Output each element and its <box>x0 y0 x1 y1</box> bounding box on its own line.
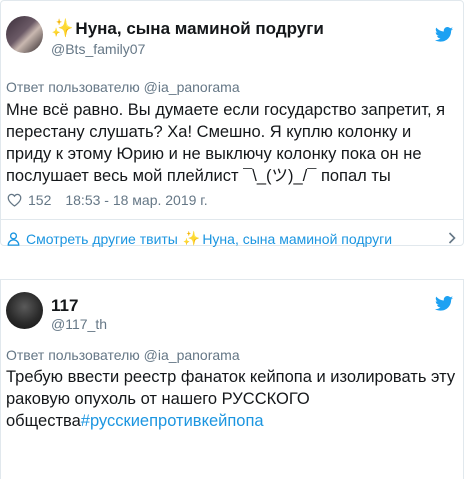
sparkle-icon: ✨ <box>51 18 74 38</box>
like-count[interactable]: 152 <box>28 192 51 208</box>
more-tweets-link[interactable]: Смотреть другие твиты ✨ Нуна, сына мамин… <box>7 230 392 247</box>
user-handle[interactable]: @Bts_family07 <box>51 41 145 57</box>
reply-to-label: Ответ пользователю @ia_panorama <box>6 79 240 95</box>
twitter-bird-icon[interactable] <box>435 296 453 311</box>
avatar[interactable] <box>6 16 43 53</box>
chevron-right-icon[interactable] <box>448 232 456 244</box>
timestamp[interactable]: 18:53 - 18 мар. 2019 г. <box>65 192 207 208</box>
more-tweets-name[interactable]: Нуна, сына маминой подруги <box>202 231 392 247</box>
tweet-card[interactable]: ✨ Нуна, сына маминой подруги @Bts_family… <box>0 0 464 247</box>
avatar[interactable] <box>6 292 43 329</box>
divider <box>1 219 463 220</box>
separator-gap <box>0 247 464 279</box>
display-name[interactable]: ✨ Нуна, сына маминой подруги <box>51 18 324 39</box>
display-name-text[interactable]: Нуна, сына маминой подруги <box>75 19 323 39</box>
tweet-text: Требую ввести реестр фанаток кейпопа и и… <box>6 366 456 432</box>
more-tweets-label[interactable]: Смотреть другие твиты <box>26 231 178 247</box>
display-name[interactable]: 117 <box>51 296 78 316</box>
reply-to-label: Ответ пользователю @ia_panorama <box>6 347 240 363</box>
user-handle[interactable]: @117_th <box>51 316 107 332</box>
person-icon <box>7 231 20 246</box>
tweet-card[interactable]: 117 @117_th Ответ пользователю @ia_panor… <box>0 279 464 479</box>
sparkle-icon: ✨ <box>182 230 201 246</box>
hashtag-link[interactable]: #русскиепротивкейпопа <box>81 412 264 430</box>
tweet-text: Мне всё равно. Вы думаете если государст… <box>6 101 446 185</box>
heart-icon[interactable] <box>7 193 22 207</box>
display-name-text[interactable]: 117 <box>51 296 78 316</box>
twitter-bird-icon[interactable] <box>435 27 453 42</box>
tweet-meta: 152 18:53 - 18 мар. 2019 г. <box>7 192 208 208</box>
